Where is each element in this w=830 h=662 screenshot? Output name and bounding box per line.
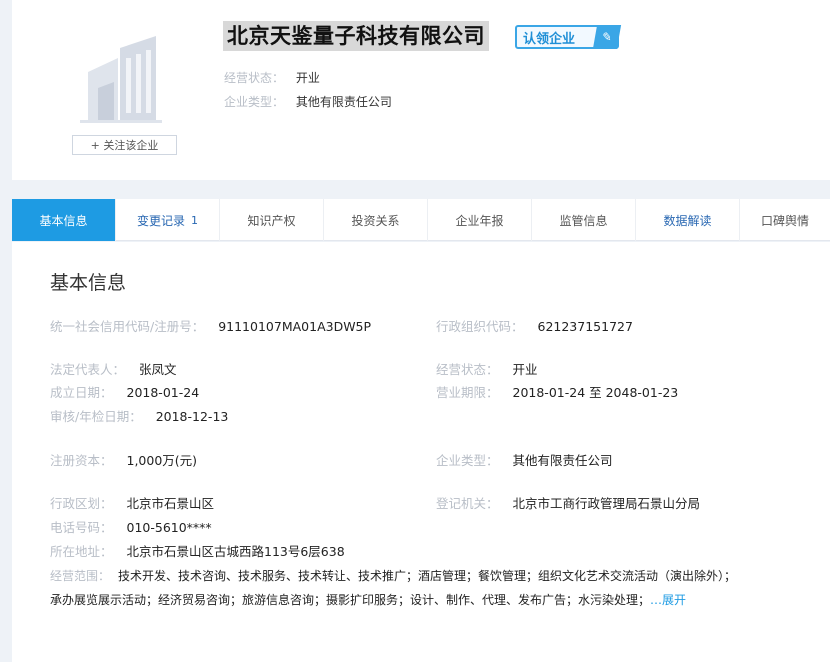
header-status-value: 开业 [295, 71, 320, 85]
field-approved-date: 审核/年检日期： 2018-12-13 [50, 406, 228, 425]
field-key: 成立日期： [50, 385, 113, 400]
field-key: 审核/年检日期： [50, 409, 142, 424]
field-value: 北京市工商行政管理局石景山分局 [512, 496, 701, 511]
tab-data-analysis[interactable]: 数据解读 [636, 199, 740, 241]
scope-text-1: 技术开发、技术咨询、技术服务、技术转让、技术推广；酒店管理；餐饮管理；组织文化艺… [118, 569, 737, 583]
field-capital: 注册资本： 1,000万(元) [50, 450, 197, 469]
tab-supervision[interactable]: 监管信息 [532, 199, 636, 241]
tab-label: 监管信息 [559, 213, 608, 228]
field-district: 行政区划： 北京市石景山区 [50, 493, 214, 512]
field-key: 电话号码： [50, 520, 113, 535]
header-type-value: 其他有限责任公司 [295, 95, 392, 109]
field-key: 统一社会信用代码/注册号： [50, 319, 205, 334]
tab-label: 企业年报 [455, 213, 504, 228]
expand-link[interactable]: …展开 [650, 593, 686, 607]
field-value: 张凤文 [139, 362, 177, 377]
tab-investment[interactable]: 投资关系 [324, 199, 428, 241]
field-value: 010-5610**** [126, 520, 212, 535]
scope-line-2: 承办展览展示活动；经济贸易咨询；旅游信息咨询；摄影扩印服务；设计、制作、代理、发… [50, 588, 820, 612]
basic-info-panel: 基本信息 统一社会信用代码/注册号： 91110107MA01A3DW5P 行政… [12, 242, 830, 662]
field-registry: 登记机关： 北京市工商行政管理局石景山分局 [436, 493, 700, 512]
company-building-icon [70, 28, 170, 128]
business-scope: 经营范围： 技术开发、技术咨询、技术服务、技术转让、技术推广；酒店管理；餐饮管理；… [50, 564, 820, 612]
tab-label: 口碑舆情 [760, 213, 809, 228]
field-key: 登记机关： [436, 496, 499, 511]
tab-label: 数据解读 [663, 213, 712, 228]
scope-text-2: 承办展览展示活动；经济贸易咨询；旅游信息咨询；摄影扩印服务；设计、制作、代理、发… [50, 593, 651, 607]
field-key: 法定代表人： [50, 362, 126, 377]
field-key: 行政区划： [50, 496, 113, 511]
field-key: 注册资本： [50, 453, 113, 468]
field-address: 所在地址： 北京市石景山区古城西路113号6层638 [50, 541, 345, 560]
field-phone: 电话号码： 010-5610**** [50, 517, 212, 536]
field-key: 行政组织代码： [436, 319, 524, 334]
field-value: 1,000万(元) [126, 453, 198, 468]
claim-badge-label: 认领企业 [523, 31, 576, 47]
field-value: 2018-01-24 至 2048-01-23 [512, 385, 679, 400]
field-key: 经营状态： [436, 362, 499, 377]
edit-tag-icon: ✎ [592, 25, 622, 49]
header-type-key: 企业类型： [224, 95, 285, 109]
field-value: 其他有限责任公司 [512, 453, 613, 468]
field-value: 91110107MA01A3DW5P [218, 319, 372, 334]
field-founded: 成立日期： 2018-01-24 [50, 382, 199, 401]
field-value: 北京市石景山区古城西路113号6层638 [126, 544, 345, 559]
field-status: 经营状态： 开业 [436, 359, 538, 378]
tab-basic-info[interactable]: 基本信息 [12, 199, 116, 241]
field-key: 经营范围： [50, 569, 111, 583]
tab-count-badge: 1 [191, 213, 198, 227]
header-type-row: 企业类型： 其他有限责任公司 [224, 93, 392, 110]
field-value: 2018-12-13 [155, 409, 229, 424]
follow-company-button[interactable]: + 关注该企业 [72, 135, 177, 155]
tab-reputation[interactable]: 口碑舆情 [740, 199, 830, 241]
field-key: 所在地址： [50, 544, 113, 559]
field-term: 营业期限： 2018-01-24 至 2048-01-23 [436, 382, 678, 401]
field-credit-code: 统一社会信用代码/注册号： 91110107MA01A3DW5P [50, 316, 371, 335]
tab-annual-report[interactable]: 企业年报 [428, 199, 532, 241]
tab-bar: 基本信息 变更记录 1 知识产权 投资关系 企业年报 监管信息 数据解读 口碑舆… [12, 199, 830, 241]
field-value: 开业 [512, 362, 538, 377]
company-name: 北京天鉴量子科技有限公司 [223, 21, 489, 51]
field-key: 营业期限： [436, 385, 499, 400]
tab-label: 变更记录 [136, 213, 185, 228]
company-header: + 关注该企业 北京天鉴量子科技有限公司 认领企业 ✎ 经营状态： 开业 企业类… [12, 0, 830, 180]
field-value: 北京市石景山区 [126, 496, 215, 511]
header-status-row: 经营状态： 开业 [224, 69, 320, 86]
field-key: 企业类型： [436, 453, 499, 468]
field-legal-rep: 法定代表人： 张凤文 [50, 359, 177, 378]
field-value: 2018-01-24 [126, 385, 200, 400]
field-org-code: 行政组织代码： 621237151727 [436, 316, 633, 335]
claim-company-badge[interactable]: 认领企业 ✎ [515, 25, 622, 49]
field-company-type: 企业类型： 其他有限责任公司 [436, 450, 613, 469]
tab-label: 基本信息 [39, 213, 88, 228]
field-value: 621237151727 [537, 319, 633, 334]
scope-line-1: 经营范围： 技术开发、技术咨询、技术服务、技术转让、技术推广；酒店管理；餐饮管理；… [50, 564, 820, 588]
tab-label: 知识产权 [247, 213, 296, 228]
header-status-key: 经营状态： [224, 71, 285, 85]
tab-change-records[interactable]: 变更记录 1 [116, 199, 220, 241]
tab-intellectual-property[interactable]: 知识产权 [220, 199, 324, 241]
tab-label: 投资关系 [351, 213, 400, 228]
section-title: 基本信息 [50, 272, 127, 294]
